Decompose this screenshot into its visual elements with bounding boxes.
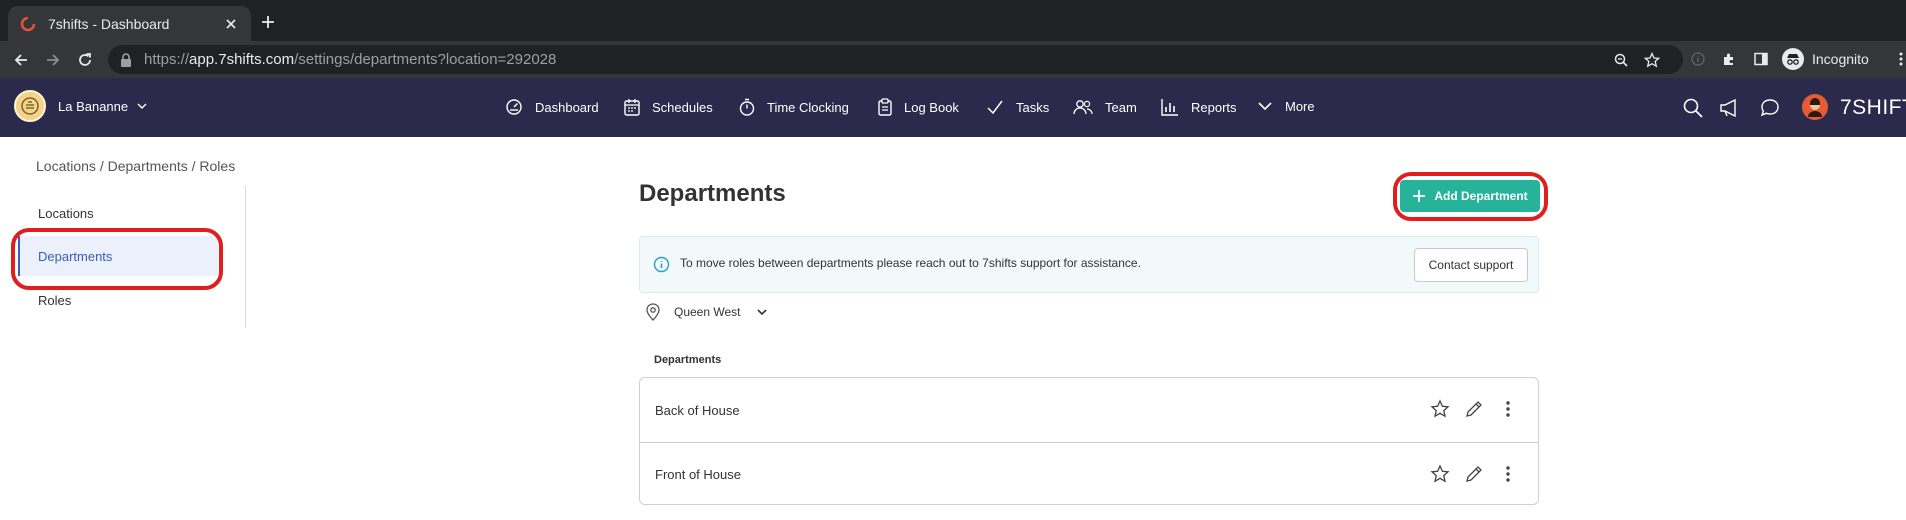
nav-more[interactable]: More [1257,98,1315,114]
location-pin-icon [646,303,660,321]
user-avatar[interactable] [1802,94,1828,120]
chevron-down-icon [757,309,768,316]
team-icon [1073,100,1093,115]
nav-more-label: More [1285,98,1315,114]
new-tab-icon[interactable] [260,14,276,30]
reload-icon[interactable] [76,51,94,69]
sidebar-item-label: Roles [38,292,72,308]
extensions-icon[interactable] [1721,51,1737,67]
chevron-down-icon [1258,102,1272,111]
nav-tasks[interactable]: Tasks [986,98,1049,116]
red-annotation-highlight [1393,172,1548,221]
address-bar[interactable]: https://app.7shifts.com/settings/departm… [108,45,1683,74]
edit-pencil-icon[interactable] [1464,464,1484,484]
browser-toolbar: https://app.7shifts.com/settings/departm… [0,41,1906,78]
dashboard-icon [506,99,522,115]
7shifts-brand-logo: 7SHIFTS [1840,96,1906,119]
nav-time-clocking-label: Time Clocking [767,99,849,115]
info-icon [653,256,670,273]
announcements-megaphone-icon[interactable] [1719,97,1741,119]
sidebar-item-label: Locations [38,205,94,221]
lock-icon [121,52,131,67]
contact-support-button[interactable]: Contact support [1414,248,1528,282]
forward-icon[interactable] [44,51,62,69]
stopwatch-icon [739,98,755,116]
messages-chat-icon[interactable] [1759,97,1781,119]
list-item: Back of House [640,378,1538,442]
calendar-icon [624,99,640,116]
list-item: Front of House [640,442,1538,504]
nav-reports-label: Reports [1191,99,1237,115]
info-banner: To move roles between departments please… [639,236,1539,293]
close-tab-icon[interactable] [223,16,239,32]
browser-tab-strip: 7shifts - Dashboard [0,0,1906,41]
bar-chart-icon [1161,99,1178,116]
nav-tasks-label: Tasks [1016,99,1050,115]
browser-tab[interactable]: 7shifts - Dashboard [8,6,251,41]
incognito-label: Incognito [1812,51,1869,67]
sidebar-item-locations[interactable]: Locations [18,193,218,233]
info-message: To move roles between departments please… [680,256,1141,270]
app-navigation-bar: La Bananne Dashboard Schedules Time Cloc… [0,78,1906,137]
department-name: Back of House [655,402,740,418]
org-name: La Bananne [58,98,129,114]
nav-schedules-label: Schedules [652,99,713,115]
7shifts-favicon-icon [20,16,36,31]
nav-team[interactable]: Team [1073,98,1137,116]
info-disabled-icon[interactable] [1690,51,1706,67]
zoom-icon[interactable] [1613,52,1629,68]
bookmark-star-icon[interactable] [1644,52,1660,68]
edit-pencil-icon[interactable] [1464,399,1484,419]
tab-title: 7shifts - Dashboard [48,15,170,32]
location-name: Queen West [674,305,741,319]
more-options-icon[interactable] [1498,399,1518,419]
nav-dashboard[interactable]: Dashboard [505,98,599,116]
department-name: Front of House [655,467,741,482]
location-switcher[interactable]: La Bananne [14,90,148,122]
nav-reports[interactable]: Reports [1161,98,1237,116]
incognito-indicator[interactable]: Incognito [1782,48,1869,70]
restaurant-logo [14,90,46,122]
user-avatar-icon [1808,98,1822,117]
more-options-icon[interactable] [1498,464,1518,484]
check-icon [987,100,1003,115]
clipboard-icon [878,98,892,116]
location-selector[interactable]: Queen West [646,303,768,321]
red-annotation-highlight [11,228,223,290]
star-icon[interactable] [1430,399,1450,419]
nav-log-book[interactable]: Log Book [878,98,959,116]
departments-section-label: Departments [654,354,722,366]
breadcrumb: Locations / Departments / Roles [36,158,236,174]
url-text: https://app.7shifts.com/settings/departm… [144,51,557,68]
chevron-down-icon [137,103,147,109]
page-title: Departments [639,180,786,207]
nav-log-book-label: Log Book [904,99,959,115]
nav-team-label: Team [1105,99,1137,115]
star-icon[interactable] [1430,464,1450,484]
back-icon[interactable] [12,51,30,69]
nav-time-clocking[interactable]: Time Clocking [739,98,849,116]
departments-list: Back of House Front of House [639,377,1539,505]
nav-dashboard-label: Dashboard [535,99,599,115]
incognito-icon [1782,48,1804,70]
search-icon[interactable] [1682,97,1704,119]
side-panel-icon[interactable] [1753,51,1769,67]
nav-schedules[interactable]: Schedules [624,98,713,116]
browser-menu-icon[interactable] [1893,51,1906,67]
